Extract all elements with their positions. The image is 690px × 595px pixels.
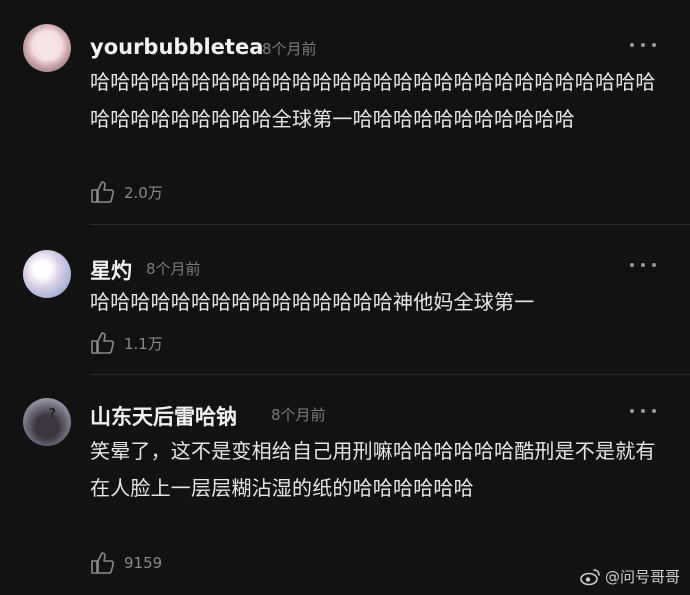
thumbs-up-icon (91, 552, 115, 574)
comment-username[interactable]: 山东天后雷哈钠 (90, 401, 237, 431)
weibo-logo-icon (580, 568, 600, 585)
like-count: 2.0万 (124, 183, 163, 202)
like-count: 9159 (124, 554, 163, 572)
comment-time: 8个月前 (262, 40, 317, 58)
more-dots-icon[interactable] (630, 408, 656, 414)
like-count: 1.1万 (124, 334, 163, 353)
avatar[interactable] (23, 24, 71, 72)
thumbs-up-icon (91, 332, 115, 354)
comment-time: 8个月前 (271, 406, 326, 424)
like-button[interactable]: 9159 (90, 551, 162, 575)
comment-username[interactable]: yourbubbletea (90, 35, 263, 59)
comment-item: yourbubbletea 8个月前 哈哈哈哈哈哈哈哈哈哈哈哈哈哈哈哈哈哈哈哈哈… (0, 0, 690, 225)
comment-item: ? 山东天后雷哈钠 8个月前 笑晕了，这不是变相给自己用刑嘛哈哈哈哈哈哈酷刑是不… (0, 375, 690, 595)
more-dots-icon[interactable] (630, 42, 656, 48)
watermark-text: @问号哥哥 (604, 568, 680, 586)
more-dots-icon[interactable] (630, 262, 656, 268)
thumbs-up-icon (91, 181, 115, 203)
comment-text: 笑晕了，这不是变相给自己用刑嘛哈哈哈哈哈哈酷刑是不是就有在人脸上一层层糊沾湿的纸… (90, 439, 656, 500)
watermark: @问号哥哥 (579, 566, 680, 587)
like-button[interactable]: 2.0万 (90, 180, 163, 204)
comment-item: 星灼 8个月前 哈哈哈哈哈哈哈哈哈哈哈哈哈哈哈神他妈全球第一 1.1万 (0, 225, 690, 375)
comment-text: 哈哈哈哈哈哈哈哈哈哈哈哈哈哈哈神他妈全球第一 (90, 290, 535, 314)
avatar[interactable] (23, 250, 71, 298)
like-button[interactable]: 1.1万 (90, 331, 163, 355)
avatar[interactable]: ? (23, 398, 71, 446)
comment-time: 8个月前 (146, 260, 201, 278)
comment-text: 哈哈哈哈哈哈哈哈哈哈哈哈哈哈哈哈哈哈哈哈哈哈哈哈哈哈哈哈哈哈哈哈哈哈哈哈哈全球第… (90, 70, 656, 131)
comment-username[interactable]: 星灼 (90, 255, 132, 285)
